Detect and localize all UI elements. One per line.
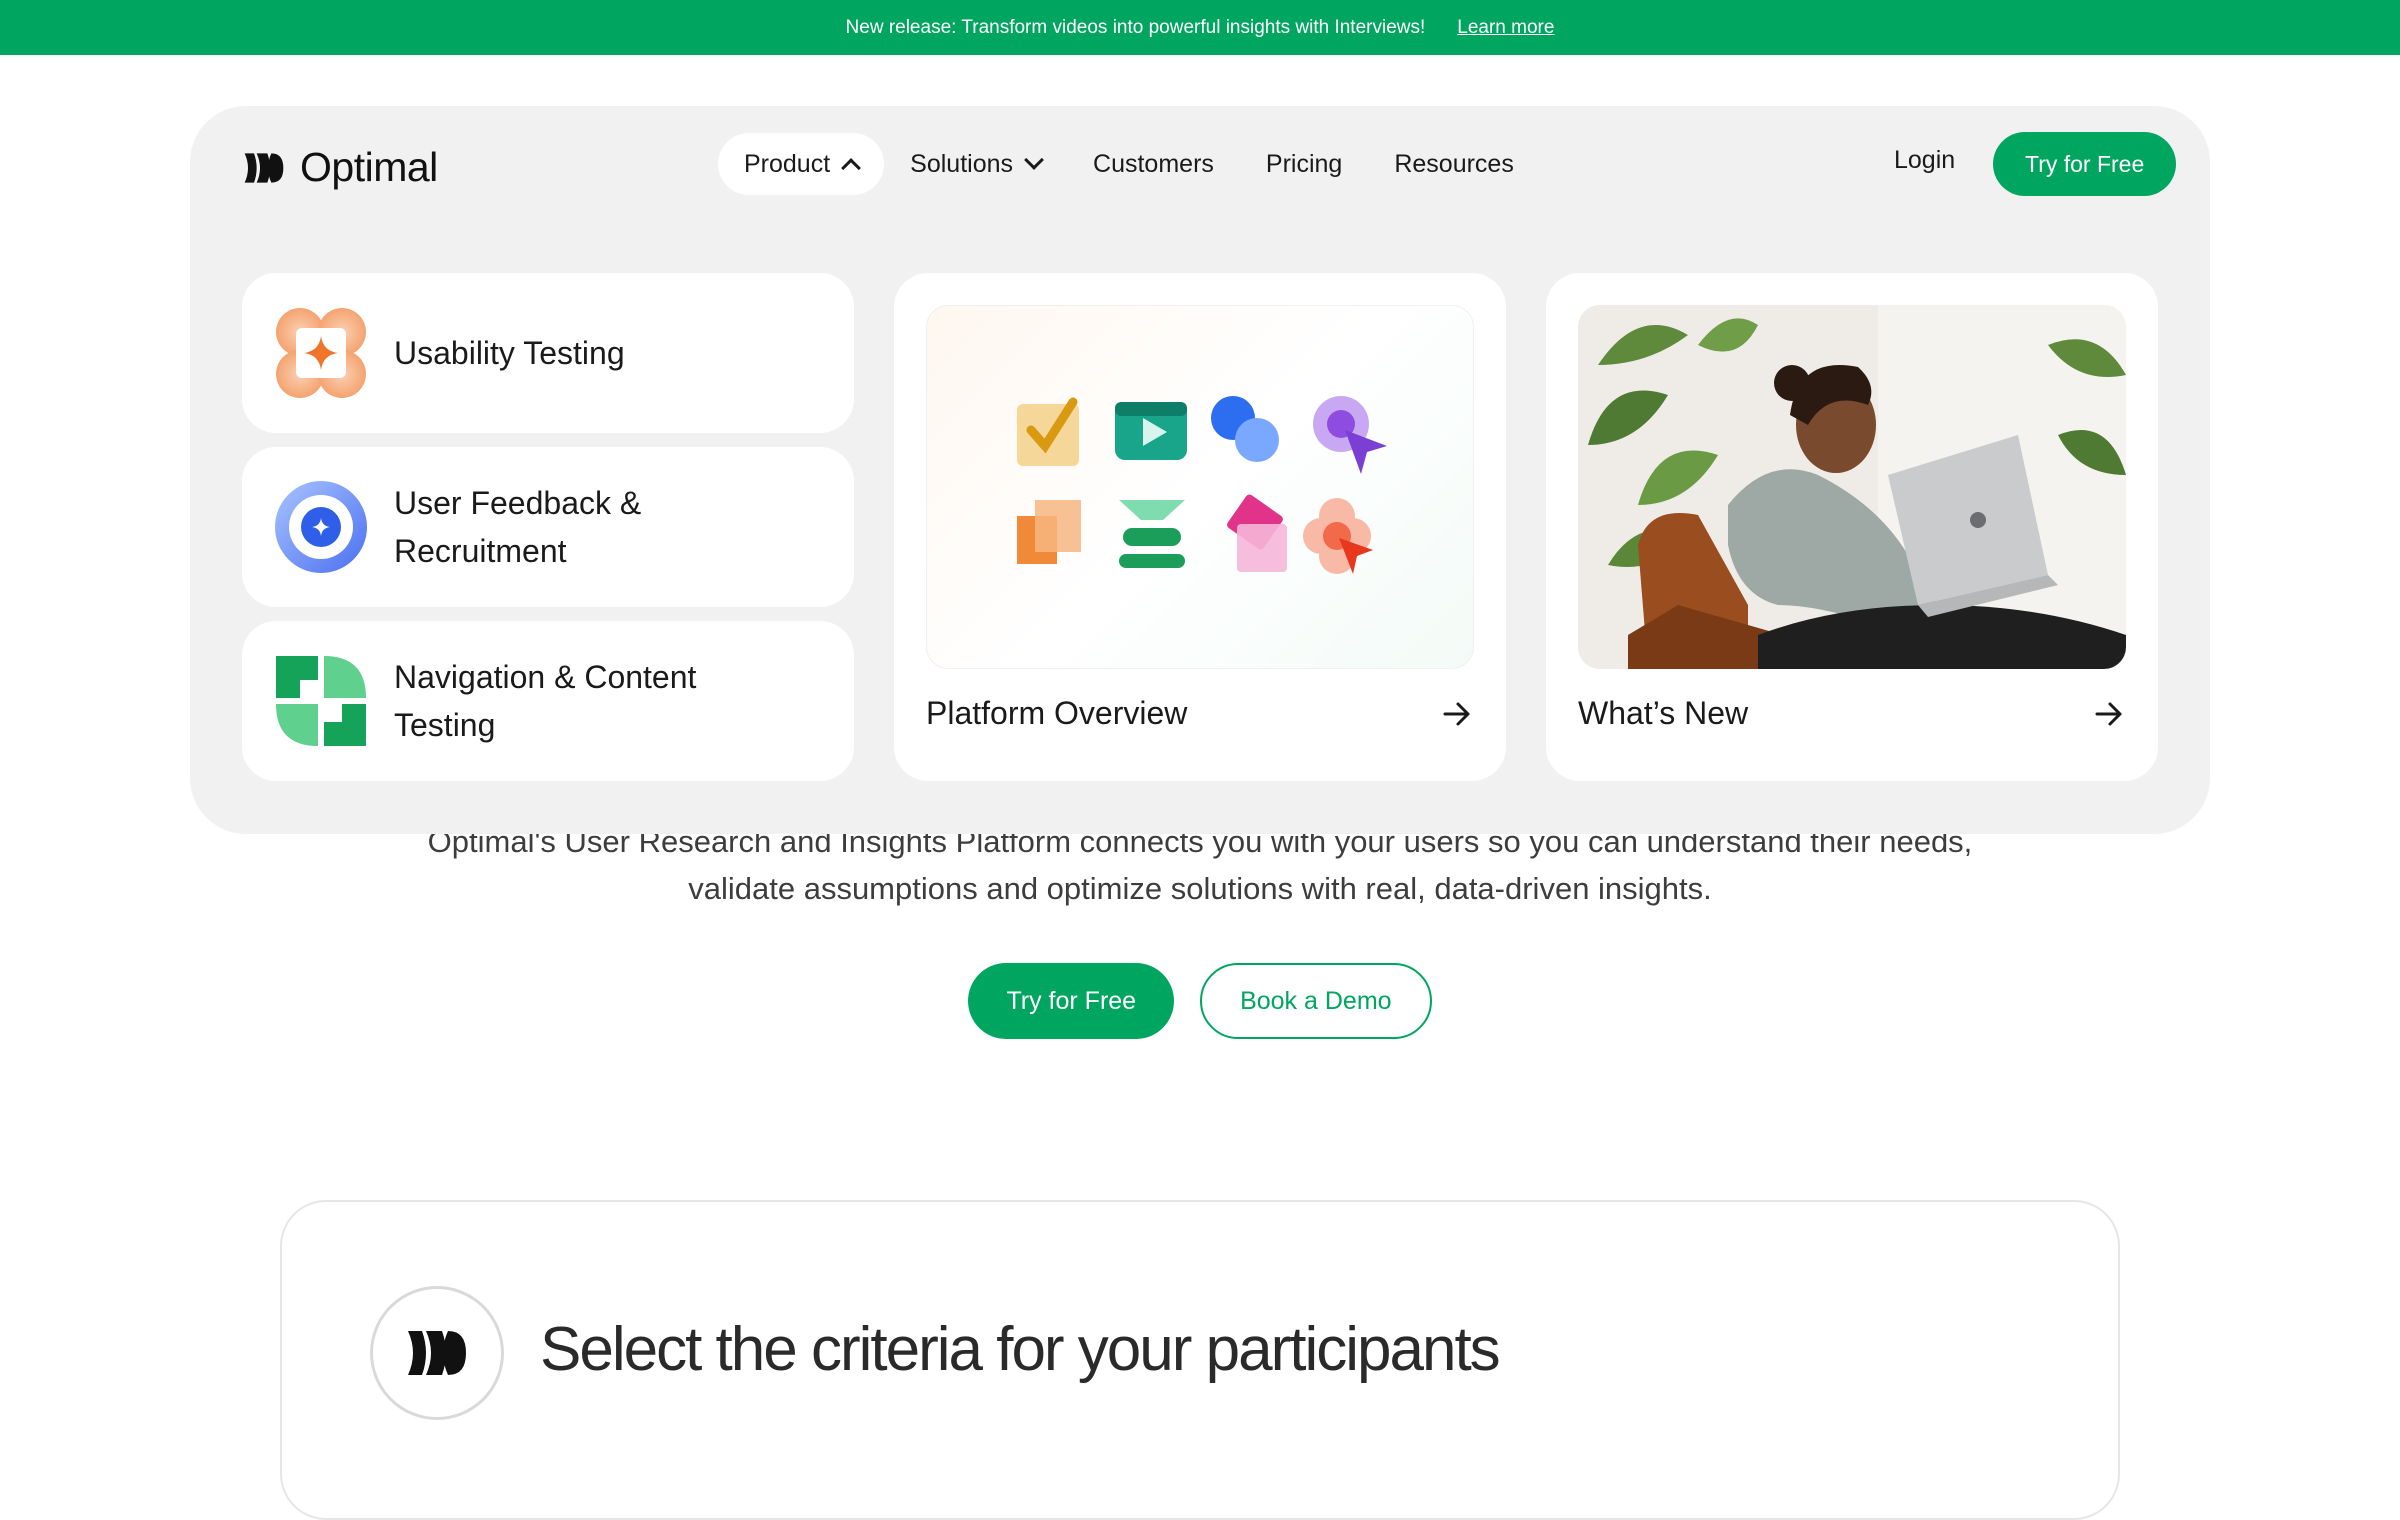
user-feedback-label: User Feedback & Recruitment	[394, 479, 641, 575]
optimal-logo-icon	[370, 1286, 504, 1420]
nav-solutions[interactable]: Solutions	[884, 133, 1067, 195]
usability-testing-icon	[276, 308, 366, 398]
nav-product-label: Product	[744, 149, 831, 178]
arrow-right-icon	[1443, 702, 1470, 726]
nav-customers[interactable]: Customers	[1067, 133, 1240, 195]
criteria-card: Select the criteria for your participant…	[280, 1200, 2120, 1520]
hero-line-2: validate assumptions and optimize soluti…	[688, 871, 1712, 906]
nav-resources[interactable]: Resources	[1368, 133, 1540, 195]
chevron-up-icon	[841, 158, 862, 178]
arrow-right-icon	[2095, 702, 2122, 726]
usability-testing-label: Usability Testing	[394, 335, 625, 371]
brand-logo[interactable]: Optimal	[242, 144, 438, 191]
main-nav: Product Solutions Customers Pricing Reso…	[718, 133, 1540, 195]
nav-panel: Optimal Product Solutions Customers Pric…	[190, 106, 2210, 834]
whats-new-label: What’s New	[1578, 695, 1749, 731]
announcement-banner: New release: Transform videos into power…	[0, 0, 2400, 55]
platform-icons-illustration	[926, 305, 1474, 669]
nav-product[interactable]: Product	[718, 133, 885, 195]
navigation-content-icon	[276, 656, 366, 746]
hero-try-free-button[interactable]: Try for Free	[968, 963, 1175, 1039]
nav-try-free-button[interactable]: Try for Free	[1993, 132, 2177, 196]
optimal-logo-mark-icon	[244, 152, 284, 183]
menu-item-usability-testing[interactable]: Usability Testing	[242, 273, 854, 433]
platform-overview-label: Platform Overview	[926, 695, 1188, 731]
criteria-title: Select the criteria for your participant…	[540, 1315, 1501, 1384]
navigation-content-label: Navigation & Content Testing	[394, 653, 696, 749]
banner-text: New release: Transform videos into power…	[845, 16, 1426, 38]
user-feedback-label-line-2: Recruitment	[394, 533, 567, 569]
login-link[interactable]: Login	[1894, 146, 1955, 175]
chevron-down-icon	[1024, 150, 1044, 170]
whats-new-card[interactable]: What’s New	[1546, 273, 2158, 781]
platform-overview-card[interactable]: Platform Overview	[894, 273, 1506, 781]
menu-item-user-feedback[interactable]: User Feedback & Recruitment	[242, 447, 854, 607]
book-demo-button[interactable]: Book a Demo	[1200, 963, 1432, 1039]
whats-new-photo	[1578, 305, 2126, 669]
nav-pricing[interactable]: Pricing	[1240, 133, 1368, 195]
navigation-content-label-line-1: Navigation & Content	[394, 659, 697, 695]
learn-more-link[interactable]: Learn more	[1457, 17, 1554, 39]
hero-actions: Try for Free Book a Demo	[0, 963, 2400, 1039]
user-feedback-label-line-1: User Feedback &	[394, 485, 642, 521]
nav-solutions-label: Solutions	[910, 149, 1014, 178]
navigation-content-label-line-2: Testing	[394, 707, 496, 743]
menu-item-navigation-content[interactable]: Navigation & Content Testing	[242, 621, 854, 781]
brand-name: Optimal	[300, 144, 438, 190]
user-feedback-icon	[275, 481, 367, 573]
